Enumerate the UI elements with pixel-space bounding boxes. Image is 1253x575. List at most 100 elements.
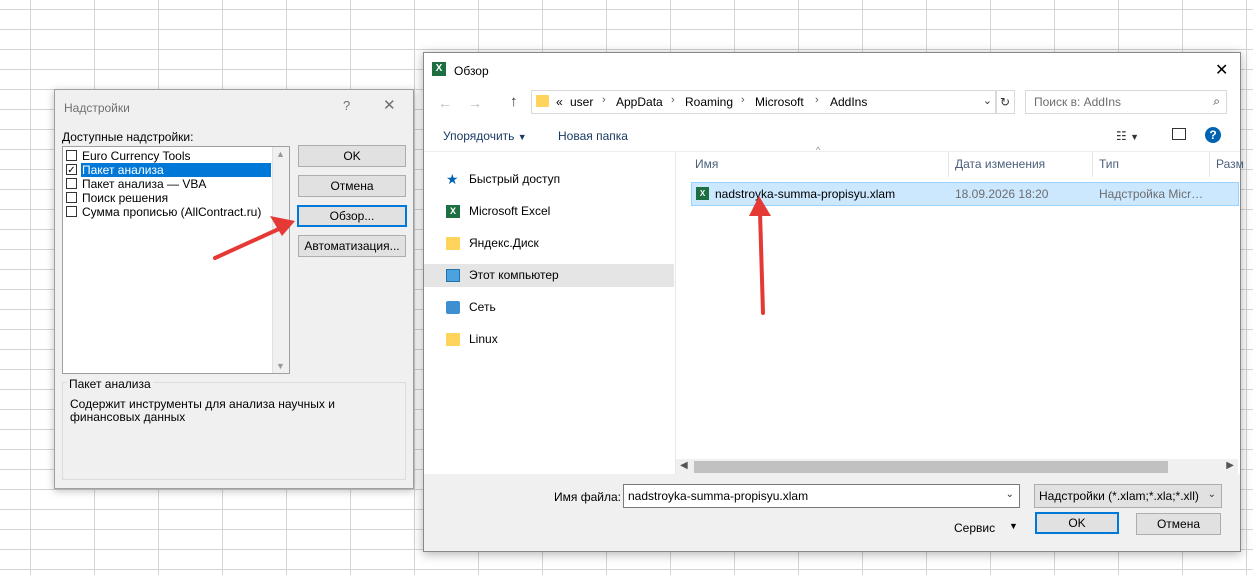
scroll-up-icon[interactable]: ▲ (276, 149, 285, 159)
addins-list[interactable]: Euro Currency Tools ✓ Пакет анализа Паке… (62, 146, 290, 374)
scroll-right-icon[interactable]: ▶ (1226, 460, 1234, 471)
nav-label: Этот компьютер (469, 268, 559, 282)
folder-icon (536, 95, 549, 107)
help-icon[interactable]: ? (1205, 127, 1221, 143)
excel-icon: X (446, 205, 460, 218)
automation-button[interactable]: Автоматизация... (298, 235, 406, 257)
breadcrumb-microsoft[interactable]: Microsoft (755, 95, 804, 109)
breadcrumb-user[interactable]: user (570, 95, 593, 109)
column-header-name[interactable]: Имя (695, 157, 718, 171)
nav-network[interactable]: Сеть (424, 296, 674, 319)
cancel-button[interactable]: Отмена (1136, 513, 1221, 535)
column-header-size[interactable]: Разм (1216, 157, 1244, 171)
list-item[interactable]: Euro Currency Tools (63, 149, 271, 163)
checkbox[interactable]: ✓ (66, 164, 77, 176)
close-icon[interactable]: ✕ (383, 96, 396, 114)
browse-dialog: X Обзор ✕ ← → ↑ « user › AppData › Roami… (423, 52, 1244, 552)
filename-value: nadstroyka-summa-propisyu.xlam (628, 489, 809, 503)
preview-pane-icon[interactable] (1172, 128, 1186, 140)
filename-input[interactable]: nadstroyka-summa-propisyu.xlam ⌄ (623, 484, 1020, 508)
description-text: Содержит инструменты для анализа научных… (70, 397, 335, 424)
nav-quick-access[interactable]: ★ Быстрый доступ (424, 168, 674, 191)
nav-label: Microsoft Excel (469, 204, 551, 218)
sort-ascending-icon: ^ (816, 145, 821, 155)
forward-arrow-icon[interactable]: → (468, 95, 482, 111)
nav-label: Яндекс.Диск (469, 236, 539, 250)
column-divider[interactable] (1092, 151, 1093, 177)
column-header-date[interactable]: Дата изменения (955, 157, 1045, 171)
nav-label: Linux (469, 332, 498, 346)
computer-icon (446, 269, 460, 282)
column-divider[interactable] (948, 151, 949, 177)
chevron-down-icon[interactable]: ⌄ (1208, 489, 1216, 500)
organize-label: Упорядочить (443, 129, 515, 143)
ok-button[interactable]: OK (1035, 512, 1119, 534)
addin-label: Euro Currency Tools (82, 149, 191, 163)
dialog-title: Надстройки (64, 101, 130, 115)
cancel-button[interactable]: Отмена (298, 175, 406, 197)
search-placeholder: Поиск в: AddIns (1034, 95, 1121, 109)
chevron-down-icon[interactable]: ▼ (1009, 521, 1018, 531)
checkbox[interactable] (66, 178, 77, 189)
nav-this-computer[interactable]: Этот компьютер (424, 264, 674, 287)
dialog-title: Обзор (454, 64, 489, 78)
network-icon (446, 301, 460, 314)
list-item[interactable]: ✓ Пакет анализа (63, 163, 271, 177)
horizontal-scrollbar[interactable]: ◀ ▶ (676, 459, 1238, 475)
tools-menu[interactable]: Сервис (954, 521, 995, 535)
pane-divider[interactable] (675, 152, 676, 474)
checkbox[interactable] (66, 150, 77, 161)
filetype-value: Надстройки (*.xlam;*.xla;*.xll) (1039, 489, 1199, 503)
file-date: 18.09.2026 18:20 (955, 187, 1049, 201)
breadcrumb-overflow[interactable]: « (556, 95, 563, 109)
column-divider[interactable] (1209, 151, 1210, 177)
scroll-down-icon[interactable]: ▼ (276, 361, 285, 371)
search-input[interactable]: Поиск в: AddIns ⌕ (1025, 90, 1227, 114)
breadcrumb-appdata[interactable]: AppData (616, 95, 663, 109)
breadcrumb-addins[interactable]: AddIns (830, 95, 867, 109)
browse-button[interactable]: Обзор... (297, 205, 407, 227)
excel-icon: X (432, 62, 446, 76)
breadcrumb-roaming[interactable]: Roaming (685, 95, 733, 109)
dialog-footer: Имя файла: nadstroyka-summa-propisyu.xla… (424, 474, 1240, 551)
chevron-right-icon[interactable]: › (815, 94, 819, 106)
file-name: nadstroyka-summa-propisyu.xlam (715, 187, 896, 201)
back-arrow-icon[interactable]: ← (438, 95, 452, 111)
addin-label: Сумма прописью (AllContract.ru) (82, 205, 262, 219)
file-row[interactable]: X nadstroyka-summa-propisyu.xlam 18.09.2… (691, 182, 1239, 206)
help-icon[interactable]: ? (343, 98, 350, 113)
scroll-left-icon[interactable]: ◀ (680, 460, 688, 471)
column-header-type[interactable]: Тип (1099, 157, 1119, 171)
checkbox[interactable] (66, 192, 77, 203)
chevron-right-icon[interactable]: › (741, 94, 745, 106)
chevron-right-icon[interactable]: › (602, 94, 606, 106)
folder-icon (446, 333, 460, 346)
nav-linux[interactable]: Linux (424, 328, 674, 351)
nav-yandex-disk[interactable]: Яндекс.Диск (424, 232, 674, 255)
refresh-icon[interactable]: ↻ (995, 90, 1015, 114)
list-item[interactable]: Сумма прописью (AllContract.ru) (63, 205, 271, 219)
addins-dialog: Надстройки ? ✕ Доступные надстройки: Eur… (54, 89, 414, 489)
checkbox[interactable] (66, 206, 77, 217)
nav-label: Сеть (469, 300, 496, 314)
organize-menu[interactable]: Упорядочить ▼ (443, 129, 527, 143)
search-icon[interactable]: ⌕ (1213, 94, 1220, 109)
addin-label: Пакет анализа (81, 163, 271, 177)
list-scrollbar[interactable]: ▲ ▼ (272, 147, 289, 373)
chevron-right-icon[interactable]: › (671, 94, 675, 106)
address-bar[interactable]: « user › AppData › Roaming › Microsoft ›… (531, 90, 997, 114)
filetype-select[interactable]: Надстройки (*.xlam;*.xla;*.xll) ⌄ (1034, 484, 1222, 508)
view-options-icon[interactable]: ☷ ▼ (1116, 129, 1139, 143)
divider (424, 151, 1240, 152)
up-arrow-icon[interactable]: ↑ (510, 93, 518, 110)
scroll-thumb[interactable] (694, 461, 1168, 473)
close-icon[interactable]: ✕ (1215, 60, 1228, 80)
nav-microsoft-excel[interactable]: X Microsoft Excel (424, 200, 674, 223)
list-item[interactable]: Пакет анализа — VBA (63, 177, 271, 191)
ok-button[interactable]: OK (298, 145, 406, 167)
chevron-down-icon[interactable]: ⌄ (1006, 489, 1014, 500)
chevron-down-icon[interactable]: ⌄ (983, 94, 992, 107)
excel-addin-icon: X (696, 187, 709, 200)
new-folder-button[interactable]: Новая папка (558, 129, 628, 143)
list-item[interactable]: Поиск решения (63, 191, 271, 205)
